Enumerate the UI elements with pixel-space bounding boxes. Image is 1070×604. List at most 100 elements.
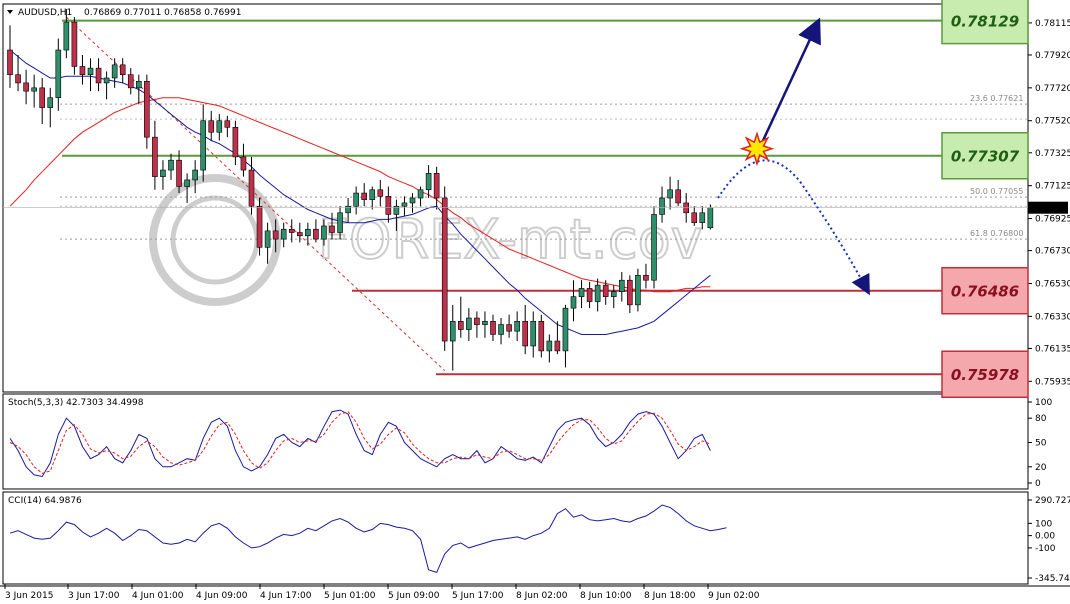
- candle-body: [691, 212, 698, 223]
- candle-body: [152, 136, 158, 177]
- symbol-label: AUDUSD,H1: [18, 8, 72, 18]
- candle-body: [425, 173, 432, 191]
- candle-body: [232, 127, 239, 158]
- candle-body: [667, 189, 673, 199]
- candle-body: [409, 197, 416, 204]
- candle-body: [506, 324, 512, 332]
- chart-canvas: FOREX-mt.cov0.781150.779200.777200.77520…: [0, 0, 1070, 604]
- time-tick-label: 4 Jun 09:00: [196, 591, 248, 601]
- level-value-label: 0.76486: [951, 283, 1019, 301]
- candle-body: [522, 321, 529, 347]
- candle-body: [296, 232, 303, 237]
- candle-body: [87, 67, 94, 75]
- candle-body: [449, 321, 456, 342]
- price-tick-label: 0.76330: [1035, 312, 1070, 322]
- osc-tick-label: 100: [1035, 519, 1052, 529]
- candle-body: [208, 120, 215, 133]
- candle-body: [321, 225, 327, 240]
- candle-body: [474, 317, 480, 325]
- price-tick-label: 0.77720: [1035, 84, 1070, 94]
- osc-tick-label: 290.7279: [1035, 496, 1070, 506]
- candle-body: [288, 228, 295, 233]
- candle-body: [39, 87, 46, 108]
- candle-body: [313, 228, 319, 240]
- candle-body: [514, 321, 520, 332]
- candle-body: [610, 291, 617, 297]
- candle-body: [256, 205, 263, 248]
- candle-body: [651, 214, 657, 281]
- candle-body: [272, 230, 279, 240]
- price-tick-label: 0.76730: [1035, 247, 1070, 257]
- fib-label: 61.8 0.76800: [970, 229, 1023, 238]
- time-tick-label: 8 Jun 10:00: [580, 591, 632, 601]
- candle-body: [31, 87, 37, 92]
- candle-body: [144, 80, 150, 138]
- candle-body: [95, 67, 102, 84]
- candle-body: [71, 21, 78, 67]
- candle-body: [369, 189, 376, 200]
- candle-body: [23, 82, 29, 92]
- price-tick-label: 0.76135: [1035, 344, 1070, 354]
- candle-body: [224, 120, 231, 128]
- candle-body: [329, 225, 335, 233]
- panel-frame-2: [2, 393, 1029, 490]
- candle-body: [184, 179, 190, 187]
- time-tick-label: 3 Jun 17:00: [68, 591, 120, 601]
- price-tick-label: 0.76530: [1035, 279, 1070, 289]
- candle-body: [47, 97, 54, 108]
- price-tick-label: 0.78115: [1035, 19, 1070, 29]
- candle-body: [570, 296, 577, 309]
- osc-tick-label: 100: [1035, 398, 1052, 408]
- candle-body: [643, 274, 649, 281]
- osc-tick-label: 0.00: [1035, 532, 1055, 542]
- candle-body: [192, 169, 198, 181]
- candle-body: [111, 64, 118, 79]
- candle-body: [627, 279, 633, 306]
- candle-body: [618, 279, 625, 293]
- candle-body: [401, 202, 408, 207]
- candle-body: [240, 156, 247, 171]
- candle-body: [353, 192, 359, 207]
- time-tick-label: 5 Jun 17:00: [452, 591, 504, 601]
- candle-body: [635, 274, 641, 306]
- candle-body: [280, 228, 287, 240]
- panel-frame-1: [2, 3, 1029, 393]
- time-tick-label: 5 Jun 09:00: [388, 591, 440, 601]
- osc-tick-label: -100: [1035, 544, 1056, 554]
- price-tick-label: 0.76925: [1035, 215, 1070, 225]
- fib-label: 50.0 0.77055: [970, 187, 1023, 196]
- osc-tick-label: 0: [1035, 479, 1041, 489]
- ohlc-readout: 0.76869 0.77011 0.76858 0.76991: [84, 8, 241, 18]
- candle-body: [345, 205, 351, 214]
- candle-body: [248, 169, 255, 207]
- osc-tick-label: 20: [1035, 463, 1047, 473]
- candle-body: [457, 321, 464, 330]
- current-price-label: 0.76991: [1031, 204, 1068, 214]
- candle-body: [15, 74, 21, 84]
- candle-body: [160, 169, 166, 177]
- candle-body: [168, 159, 174, 171]
- candle-body: [385, 196, 392, 215]
- candle-body: [377, 189, 384, 197]
- candle-body: [433, 173, 440, 199]
- candle-body: [136, 80, 142, 89]
- candle-body: [200, 120, 206, 171]
- candle-body: [530, 321, 537, 347]
- candle-body: [63, 21, 70, 51]
- candle-body: [578, 288, 585, 297]
- candle-body: [119, 64, 126, 75]
- level-value-label: 0.78129: [951, 13, 1019, 31]
- fib-label: 23.6 0.77621: [970, 94, 1023, 103]
- candle-body: [216, 120, 223, 133]
- candle-body: [361, 192, 368, 200]
- candle-body: [498, 324, 504, 335]
- candle-body: [127, 74, 134, 89]
- osc-tick-label: 50: [1035, 439, 1047, 449]
- price-tick-label: 0.77520: [1035, 117, 1070, 127]
- level-value-label: 0.77307: [951, 148, 1020, 166]
- candle-body: [466, 317, 472, 330]
- candle-body: [79, 66, 86, 75]
- time-tick-label: 5 Jun 01:00: [324, 591, 376, 601]
- candle-body: [55, 49, 62, 99]
- candle-body: [264, 230, 271, 248]
